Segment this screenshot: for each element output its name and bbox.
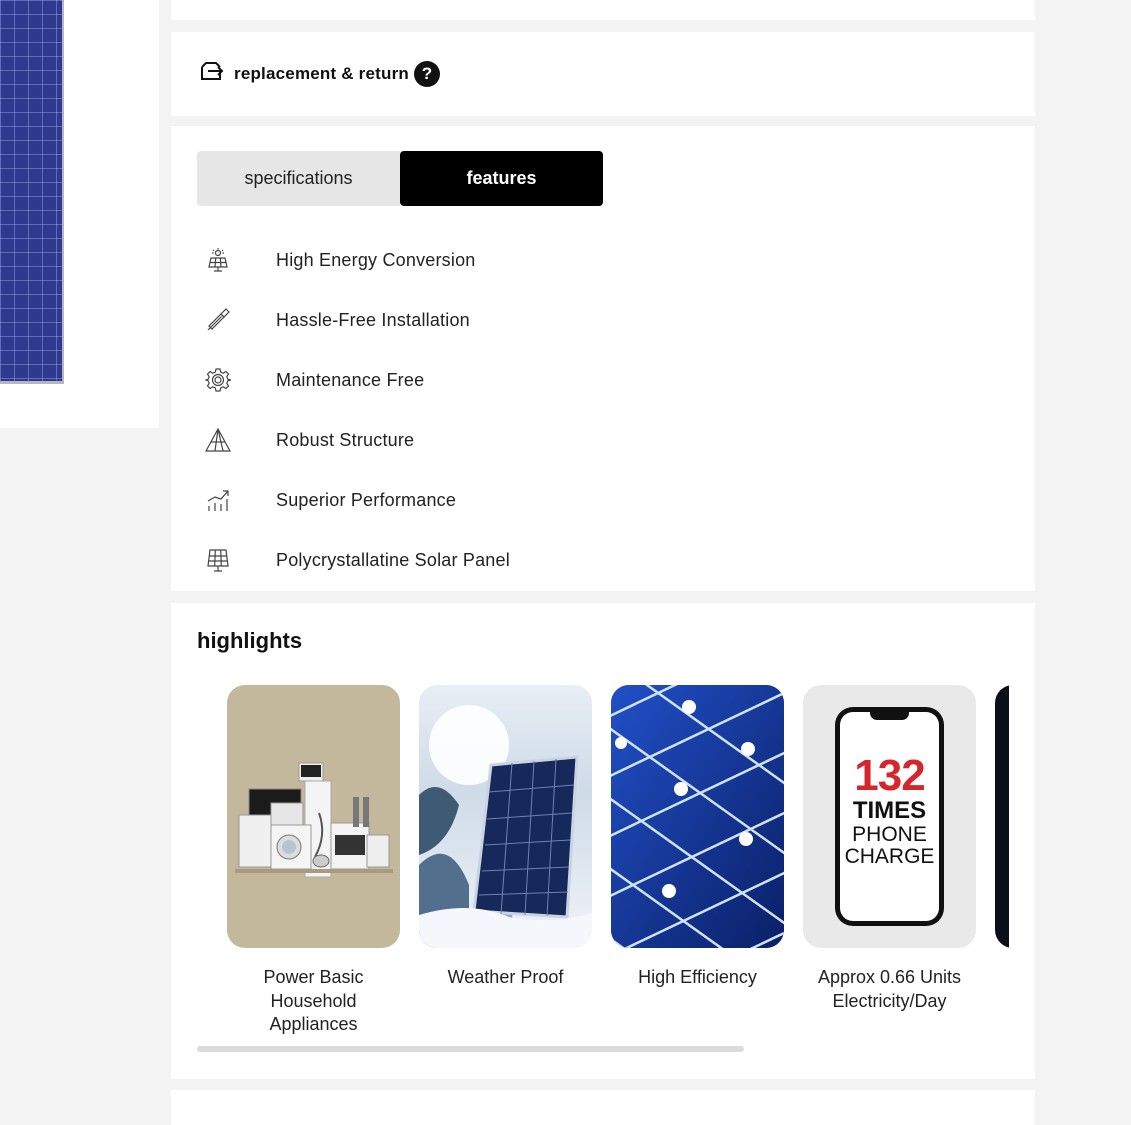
charge-times-label: TIMES — [852, 797, 927, 824]
highlight-card[interactable]: 132 TIMES PHONE CHARGE Approx 0.66 Units… — [803, 685, 976, 1013]
feature-label: Polycrystallatine Solar Panel — [276, 549, 510, 570]
gear-icon — [201, 363, 235, 397]
highlights-scrollbar[interactable] — [197, 1046, 744, 1052]
feature-item: Maintenance Free — [201, 350, 510, 410]
highlight-caption: High Efficiency — [638, 967, 757, 987]
partial-highlight-image — [995, 685, 1009, 948]
charge-phone-label: PHONE — [852, 823, 927, 846]
charge-count: 132 — [854, 751, 925, 800]
phone-charge-image: 132 TIMES PHONE CHARGE — [803, 685, 976, 948]
highlight-card[interactable]: Weather Proof — [419, 685, 592, 990]
weather-proof-image — [419, 685, 592, 948]
feature-item: Superior Performance — [201, 470, 510, 530]
highlights-carousel[interactable]: Power Basic Household Appliances Weather… — [227, 685, 1009, 1045]
highlights-section: highlights Power Basic Household Applian… — [171, 603, 1035, 1079]
pyramid-structure-icon — [201, 423, 235, 457]
screwdriver-icon — [201, 303, 235, 337]
product-image-card — [0, 0, 159, 428]
sun-panel-icon — [201, 243, 235, 277]
appliances-image — [227, 685, 400, 948]
charge-charge-label: CHARGE — [844, 845, 935, 868]
phone-illustration: 132 TIMES PHONE CHARGE — [835, 707, 944, 926]
tab-specifications[interactable]: specifications — [197, 151, 400, 206]
features-list: High Energy Conversion Hassle-Free Insta… — [201, 230, 510, 590]
growth-chart-icon — [201, 483, 235, 517]
return-policy-label[interactable]: replacement & return — [234, 64, 409, 84]
bottom-card — [171, 1090, 1035, 1125]
highlight-caption: Approx 0.66 Units Electricity/Day — [817, 967, 962, 1011]
feature-label: High Energy Conversion — [276, 249, 476, 270]
solar-panel-product-image[interactable] — [0, 0, 64, 384]
features-section: specifications features High Energy Conv… — [171, 126, 1035, 591]
highlight-card-partial[interactable] — [995, 685, 1009, 948]
feature-item: High Energy Conversion — [201, 230, 510, 290]
feature-item: Hassle-Free Installation — [201, 290, 510, 350]
feature-label: Hassle-Free Installation — [276, 309, 470, 330]
tab-features[interactable]: features — [400, 151, 603, 206]
top-card — [171, 0, 1035, 20]
spec-feature-tabs: specifications features — [197, 151, 603, 206]
highlights-title: highlights — [197, 628, 303, 653]
feature-label: Superior Performance — [276, 489, 457, 510]
feature-label: Maintenance Free — [276, 369, 425, 390]
highlight-caption: Weather Proof — [447, 967, 564, 987]
help-icon[interactable]: ? — [414, 61, 440, 87]
high-efficiency-image — [611, 685, 784, 948]
highlight-card[interactable]: High Efficiency — [611, 685, 784, 990]
replacement-return-section: replacement & return ? — [171, 32, 1035, 116]
solar-panel-icon — [201, 543, 235, 577]
highlight-caption: Power Basic Household Appliances — [263, 967, 364, 1034]
feature-label: Robust Structure — [276, 429, 415, 450]
highlight-card[interactable]: Power Basic Household Appliances — [227, 685, 400, 1037]
feature-item: Polycrystallatine Solar Panel — [201, 530, 510, 590]
return-box-icon — [198, 61, 224, 88]
feature-item: Robust Structure — [201, 410, 510, 470]
